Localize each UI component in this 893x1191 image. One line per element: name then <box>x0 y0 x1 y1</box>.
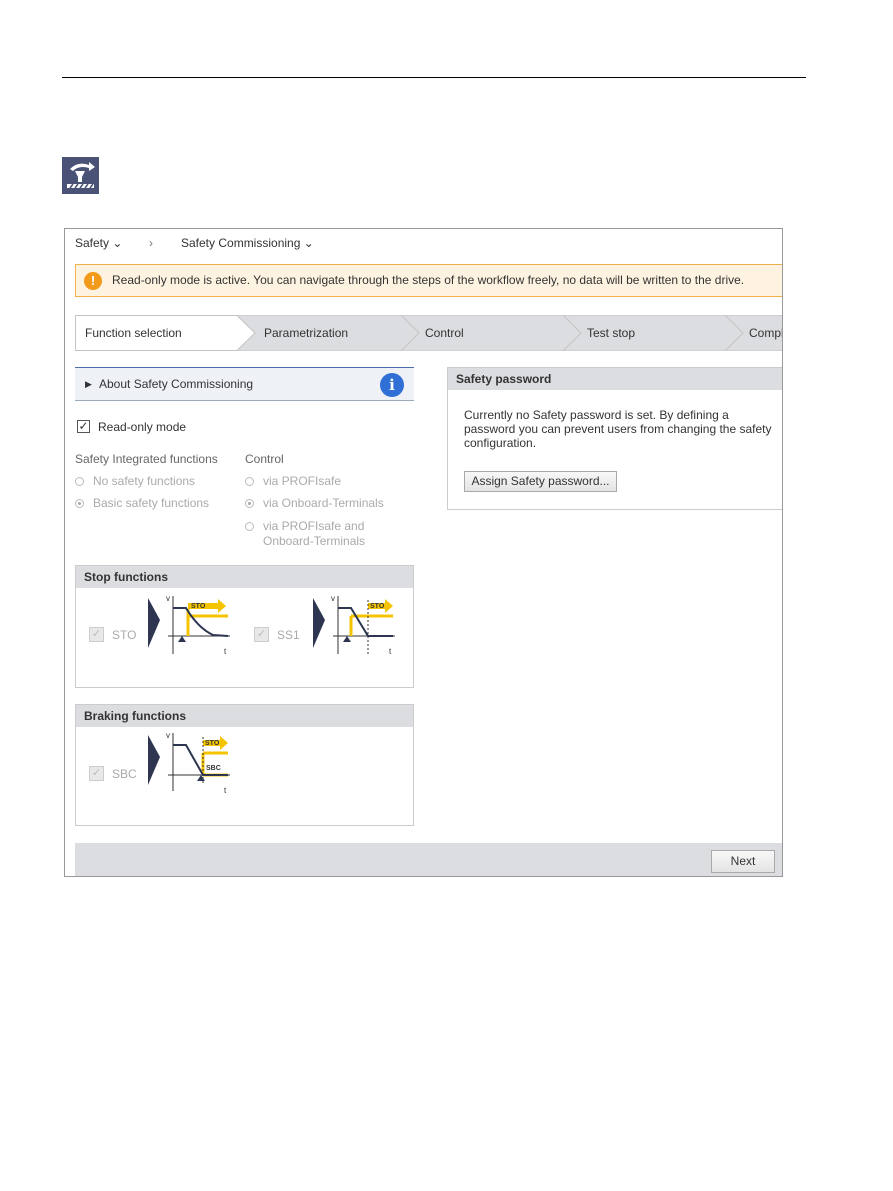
step-control[interactable]: Control <box>425 326 464 340</box>
axis-t: t <box>224 647 227 656</box>
header-rule <box>62 77 806 78</box>
step-function-selection[interactable]: Function selection <box>85 326 182 340</box>
about-label: About Safety Commissioning <box>99 377 254 391</box>
sbc-diagram: v t STO SBC <box>148 731 230 795</box>
sbc-label: SBC <box>112 767 137 781</box>
axis-v: v <box>166 594 170 603</box>
sto-diagram: v t STO <box>148 594 230 656</box>
readonly-banner: ! Read-only mode is active. You can navi… <box>75 264 782 297</box>
step-completion[interactable]: Compl <box>749 326 782 340</box>
safety-commissioning-window: Safety ⌄ › Safety Commissioning ⌄ ! Read… <box>64 228 783 877</box>
radio-label: via PROFIsafe <box>263 474 342 488</box>
stop-functions-panel: Stop functions ✓ STO v t STO ✓ SS1 v t S… <box>75 565 414 688</box>
next-button[interactable]: Next <box>711 850 775 873</box>
ss1-label: SS1 <box>277 628 300 642</box>
panel-title: Stop functions <box>76 566 413 588</box>
diagram-label: STO <box>205 740 220 747</box>
footer-bar: Next <box>75 843 782 876</box>
radio-label: via PROFIsafe and <box>263 519 365 533</box>
safety-password-panel: Safety password Currently no Safety pass… <box>447 367 782 510</box>
assign-safety-password-button[interactable]: Assign Safety password... <box>464 471 617 492</box>
password-description: Currently no Safety password is set. By … <box>464 408 772 450</box>
control-title: Control <box>245 452 284 466</box>
step-parametrization[interactable]: Parametrization <box>264 326 348 340</box>
breadcrumb-separator-icon: › <box>149 236 153 250</box>
readonly-mode-checkbox[interactable]: ✓ <box>77 420 90 433</box>
sto-label: STO <box>112 628 137 642</box>
expand-triangle-icon: ▶ <box>85 379 92 389</box>
readonly-mode-label: Read-only mode <box>98 420 187 434</box>
radio-via-onboard-terminals[interactable] <box>245 499 254 508</box>
step-test-stop[interactable]: Test stop <box>587 326 635 340</box>
diagram-label: STO <box>370 603 385 610</box>
sbc-checkbox[interactable]: ✓ <box>89 766 104 781</box>
radio-via-profisafe[interactable] <box>245 477 254 486</box>
radio-label: Onboard-Terminals <box>263 534 366 548</box>
axis-v: v <box>166 731 170 740</box>
info-icon[interactable]: i <box>380 373 404 397</box>
radio-no-safety-functions[interactable] <box>75 477 84 486</box>
sif-title: Safety Integrated functions <box>75 452 218 466</box>
radio-label: No safety functions <box>93 474 196 488</box>
panel-title: Braking functions <box>76 705 413 727</box>
axis-v: v <box>331 594 335 603</box>
operator-hand-icon <box>62 157 99 194</box>
diagram-label: SBC <box>206 765 221 772</box>
radio-label: via Onboard-Terminals <box>263 496 384 510</box>
chevron-down-icon: ⌄ <box>112 236 123 250</box>
breadcrumb-label: Safety <box>75 236 110 250</box>
axis-t: t <box>389 647 392 656</box>
panel-title: Safety password <box>448 368 782 390</box>
breadcrumb-label: Safety Commissioning <box>181 236 301 250</box>
about-safety-commissioning-expander[interactable]: ▶ About Safety Commissioning i <box>75 367 414 401</box>
radio-via-profisafe-and-onboard[interactable] <box>245 522 254 531</box>
radio-label: Basic safety functions <box>93 496 210 510</box>
ss1-checkbox[interactable]: ✓ <box>254 627 269 642</box>
axis-t: t <box>224 786 227 795</box>
sto-checkbox[interactable]: ✓ <box>89 627 104 642</box>
ss1-diagram: v t STO <box>313 594 395 656</box>
breadcrumb-safety[interactable]: Safety ⌄ <box>75 236 122 250</box>
radio-basic-safety-functions[interactable] <box>75 499 84 508</box>
chevron-down-icon: ⌄ <box>303 236 314 250</box>
banner-text: Read-only mode is active. You can naviga… <box>112 273 745 287</box>
warning-icon: ! <box>84 272 102 290</box>
braking-functions-panel: Braking functions ✓ SBC v t STO SBC <box>75 704 414 826</box>
diagram-label: STO <box>191 603 206 610</box>
breadcrumb-safety-commissioning[interactable]: Safety Commissioning ⌄ <box>181 236 314 250</box>
